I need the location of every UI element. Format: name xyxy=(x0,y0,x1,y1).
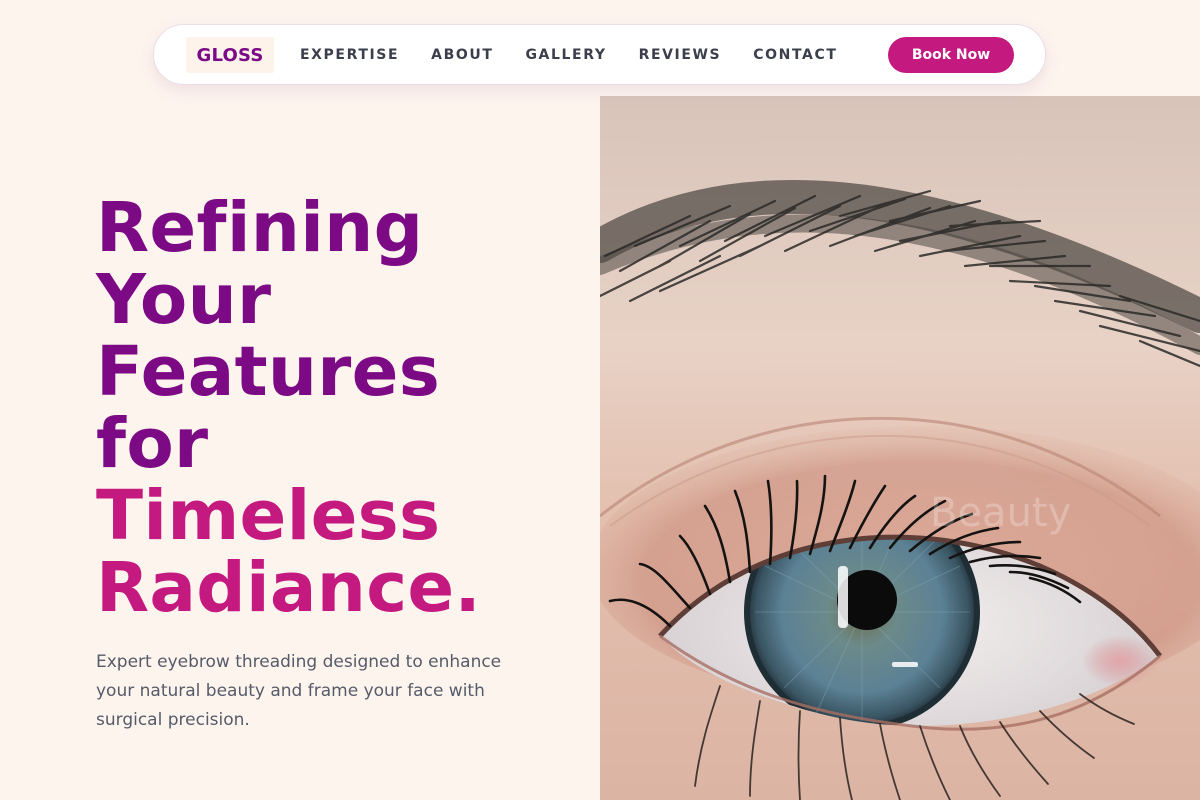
hero-title-highlight: Timeless xyxy=(96,476,441,556)
page: GLOSS EXPERTISE ABOUT GALLERY REVIEWS CO… xyxy=(0,0,1200,800)
hero-title-line: Your xyxy=(96,260,272,340)
nav-link-reviews[interactable]: REVIEWS xyxy=(639,47,722,63)
nav-link-about[interactable]: ABOUT xyxy=(431,47,493,63)
nav-link-contact[interactable]: CONTACT xyxy=(753,47,837,63)
hero-title-line: Features xyxy=(96,332,441,412)
hero-eye-image: Beauty xyxy=(600,96,1200,800)
hero-description: Expert eyebrow threading designed to enh… xyxy=(96,652,502,730)
hero-title-line: Refining xyxy=(96,188,424,268)
book-now-button[interactable]: Book Now xyxy=(888,37,1014,73)
nav-link-gallery[interactable]: GALLERY xyxy=(525,47,606,63)
brand-logo[interactable]: GLOSS xyxy=(186,37,274,73)
nav-link-expertise[interactable]: EXPERTISE xyxy=(300,47,399,63)
main-nav: GLOSS EXPERTISE ABOUT GALLERY REVIEWS CO… xyxy=(153,24,1046,85)
eye-illustration: Beauty xyxy=(600,96,1200,800)
nav-links: EXPERTISE ABOUT GALLERY REVIEWS CONTACT xyxy=(300,25,869,84)
image-watermark: Beauty xyxy=(930,490,1071,536)
hero-title-highlight: Radiance. xyxy=(96,548,482,628)
hero-title-line: for xyxy=(96,404,209,484)
hero-title: Refining Your Features for Timeless Radi… xyxy=(96,192,586,624)
